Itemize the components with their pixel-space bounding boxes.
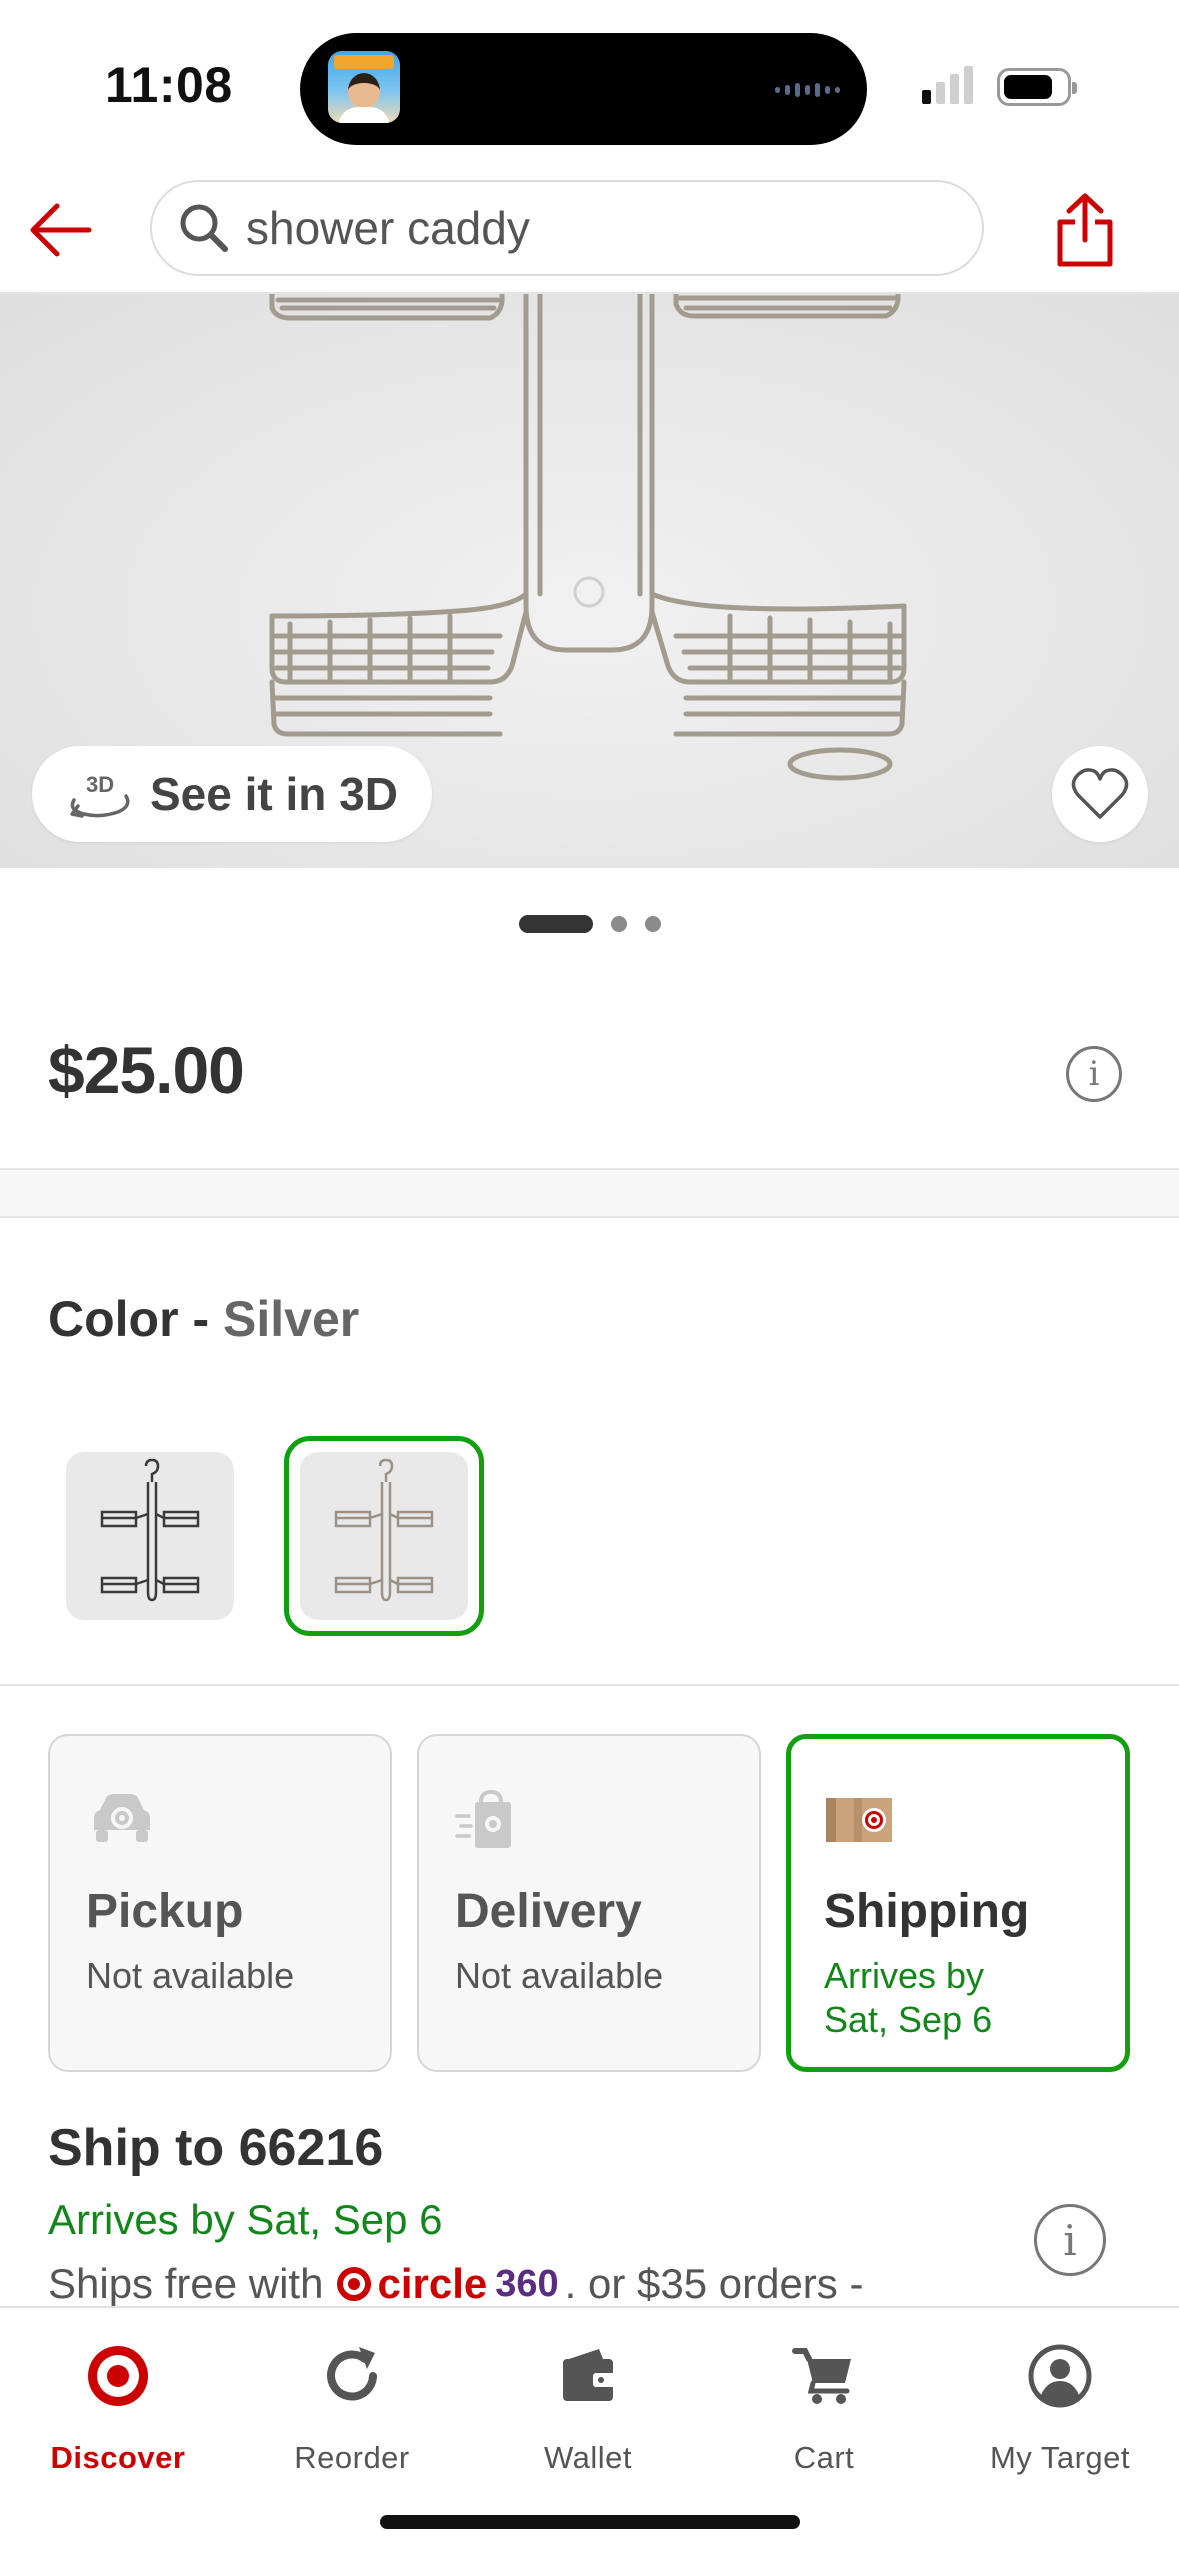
reorder-icon [312,2336,392,2416]
top-bar: shower caddy [0,170,1179,294]
status-time: 11:08 [105,57,233,113]
share-button[interactable] [1040,182,1130,278]
tab-label: Discover [50,2440,186,2475]
tab-reorder[interactable]: Reorder [242,2336,462,2486]
color-label: Color [48,1291,179,1347]
back-button[interactable] [20,190,100,270]
tab-discover[interactable]: Discover [8,2336,228,2486]
tab-label: My Target [989,2440,1131,2475]
delivery-status: Not available [455,1955,664,1996]
price-info-icon[interactable]: i [1066,1046,1122,1102]
search-query: shower caddy [246,202,530,254]
target-bullseye-icon [337,2267,372,2301]
share-icon [1057,193,1113,267]
delivery-bag-icon [455,1789,511,1848]
account-icon [1020,2336,1100,2416]
shipping-arrival: Arrives by Sat, Sep 6 [824,1954,1104,2042]
tab-label: Reorder [294,2440,410,2475]
free-shipping-suffix: . or $35 orders - [564,2260,864,2307]
back-arrow-icon [30,203,92,257]
drive-up-car-icon [94,1794,150,1842]
shipping-arrival-line1: Arrives by [824,1955,985,1996]
pickup-status: Not available [86,1955,295,1996]
3d-rotate-icon: 3D [70,772,130,818]
silver-caddy-thumbnail [334,1458,434,1602]
carousel-page-indicator[interactable] [0,910,1179,938]
black-caddy-thumbnail [100,1458,200,1602]
color-swatch-black[interactable] [66,1452,234,1620]
tab-label: Wallet [544,2440,632,2475]
ship-to-zip[interactable]: Ship to 66216 [48,2118,383,2178]
see-in-3d-label: See it in 3D [150,768,398,820]
free-shipping-note: Ships free with circle 360 . or $35 orde… [48,2260,863,2308]
svg-text:3D: 3D [86,772,114,797]
search-input[interactable]: shower caddy [150,180,984,276]
ship-arrival-date: Arrives by Sat, Sep 6 [48,2196,443,2243]
heart-icon [1071,768,1129,819]
section-separator [0,1168,1179,1218]
page-dot[interactable] [644,916,661,932]
color-separator: - [192,1291,210,1347]
shipping-box-icon [826,1798,892,1842]
circle-360-logo[interactable]: circle 360 [335,2260,559,2308]
cart-icon [784,2336,864,2416]
tab-wallet[interactable]: Wallet [478,2336,698,2486]
free-shipping-prefix: Ships free with [48,2260,324,2307]
pickup-title: Pickup [86,1885,244,1938]
page-dot-active[interactable] [518,915,593,933]
circle-number: 360 [495,2262,559,2305]
search-icon [176,200,232,256]
shipping-option-card[interactable]: Shipping Arrives by Sat, Sep 6 [786,1734,1130,2072]
battery-icon [997,68,1077,106]
shipping-arrival-line2: Sat, Sep 6 [824,1999,993,2040]
pickup-option-card[interactable]: Pickup Not available [48,1734,392,2072]
tab-cart[interactable]: Cart [714,2336,934,2486]
tab-label: Cart [793,2440,855,2475]
color-swatch-silver[interactable] [300,1452,468,1620]
tab-my-target[interactable]: My Target [950,2336,1170,2486]
home-indicator[interactable] [380,2515,800,2529]
selected-color-value: Silver [223,1291,360,1347]
favorite-button[interactable] [1052,746,1148,842]
section-divider [0,1684,1179,1686]
product-image-carousel[interactable]: 3D See it in 3D [0,294,1179,868]
color-selection-label: Color - Silver [48,1290,359,1348]
cellular-signal-icon [922,66,973,104]
now-playing-thumbnail [328,51,400,123]
shipping-title: Shipping [824,1885,1030,1938]
wallet-icon [548,2336,628,2416]
status-bar: 11:08 [0,0,1179,170]
dynamic-island[interactable] [300,33,867,145]
see-in-3d-button[interactable]: 3D See it in 3D [32,746,432,842]
circle-word: circle [377,2260,488,2307]
shipping-info-icon[interactable]: i [1034,2204,1106,2276]
page-dot[interactable] [610,916,627,932]
product-price: $25.00 [48,1033,245,1107]
audio-waveform-icon [775,83,840,97]
delivery-title: Delivery [455,1885,642,1938]
delivery-option-card[interactable]: Delivery Not available [417,1734,761,2072]
target-bullseye-icon [78,2336,158,2416]
